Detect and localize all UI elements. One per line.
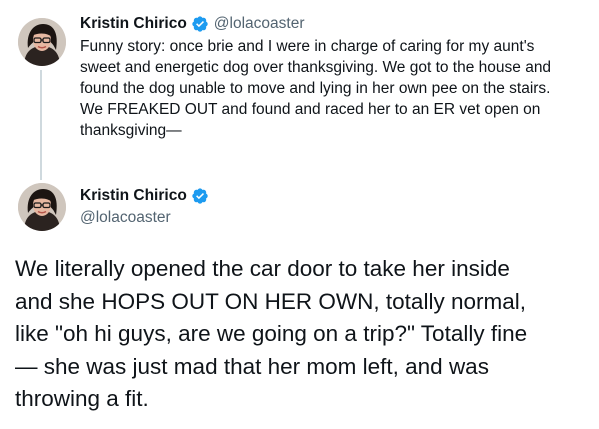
author-row: Kristin Chirico: [80, 186, 209, 206]
author-name[interactable]: Kristin Chirico: [80, 186, 187, 206]
tweet-2-text: We literally opened the car door to take…: [15, 256, 528, 411]
thread-connector-line: [40, 70, 42, 180]
tweet-1-text: Funny story: once brie and I were in cha…: [80, 38, 552, 139]
avatar[interactable]: [18, 183, 66, 231]
tweet-1-header: Kristin Chirico @lolacoaster: [80, 14, 305, 34]
tweet-2-header: Kristin Chirico @lolacoaster: [80, 186, 209, 228]
avatar[interactable]: [18, 18, 66, 66]
author-name[interactable]: Kristin Chirico: [80, 14, 187, 34]
verified-badge-icon: [191, 187, 209, 205]
author-handle[interactable]: @lolacoaster: [214, 14, 305, 34]
author-handle[interactable]: @lolacoaster: [80, 208, 209, 228]
verified-badge-icon: [191, 15, 209, 33]
